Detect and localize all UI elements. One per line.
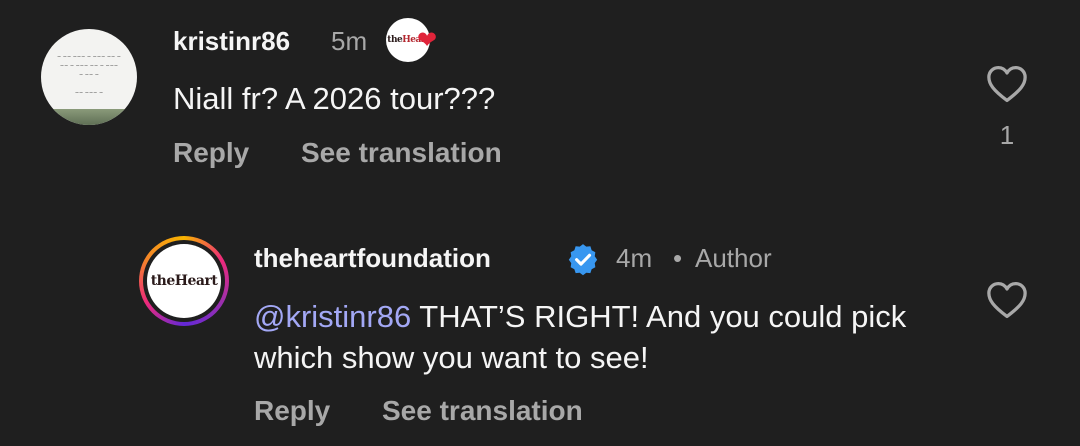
handwritten-note-image: ~ ~~ ~~~ ~ ~~~ ~~ ~ ~~ ~ ~~~ ~~ ~ ~~~ ~ ~~… <box>57 54 121 96</box>
story-ring[interactable]: theHeart <box>139 236 229 326</box>
comment-time: 5m <box>331 26 368 56</box>
mention-link[interactable]: @kristinr86 <box>254 299 411 334</box>
reply-button[interactable]: Reply <box>254 395 330 427</box>
heart-icon[interactable] <box>986 65 1028 103</box>
trees-image <box>41 109 137 125</box>
avatar-logo-text: theHeart <box>150 273 218 289</box>
red-heart-icon: ❤ <box>417 27 438 54</box>
author-label: Author <box>695 243 772 273</box>
comment-username[interactable]: theheartfoundation <box>254 243 491 274</box>
comment-text: Niall fr? A 2026 tour??? <box>173 81 496 116</box>
reply-button[interactable]: Reply <box>173 137 249 169</box>
comment-kristinr86: ~ ~~ ~~~ ~ ~~~ ~~ ~ ~~ ~ ~~~ ~~ ~ ~~~ ~ ~~… <box>0 0 1080 200</box>
heart-icon[interactable] <box>986 281 1028 319</box>
meta-separator: • <box>673 243 683 273</box>
comment-time: 4m <box>616 243 653 273</box>
verified-badge-icon <box>568 244 598 276</box>
like-count: 1 <box>999 120 1015 150</box>
avatar[interactable]: ~ ~~ ~~~ ~ ~~~ ~~ ~ ~~ ~ ~~~ ~~ ~ ~~~ ~ ~~… <box>41 29 137 125</box>
comment-username[interactable]: kristinr86 <box>173 26 290 57</box>
heart-foundation-logo-avatar-icon: theHeart <box>147 244 221 318</box>
see-translation-button[interactable]: See translation <box>301 137 502 169</box>
comment-text: @kristinr86 THAT’S RIGHT! And you could … <box>254 296 954 378</box>
see-translation-button[interactable]: See translation <box>382 395 583 427</box>
